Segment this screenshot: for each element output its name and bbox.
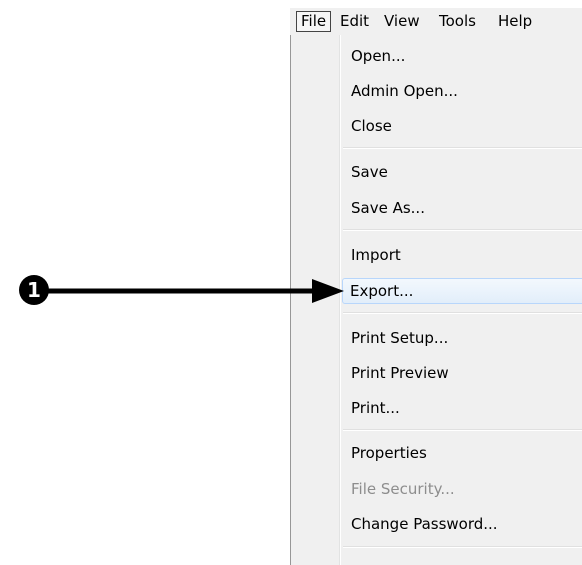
callout-arrow <box>44 279 344 303</box>
callout-number-badge: 1 <box>19 275 49 305</box>
